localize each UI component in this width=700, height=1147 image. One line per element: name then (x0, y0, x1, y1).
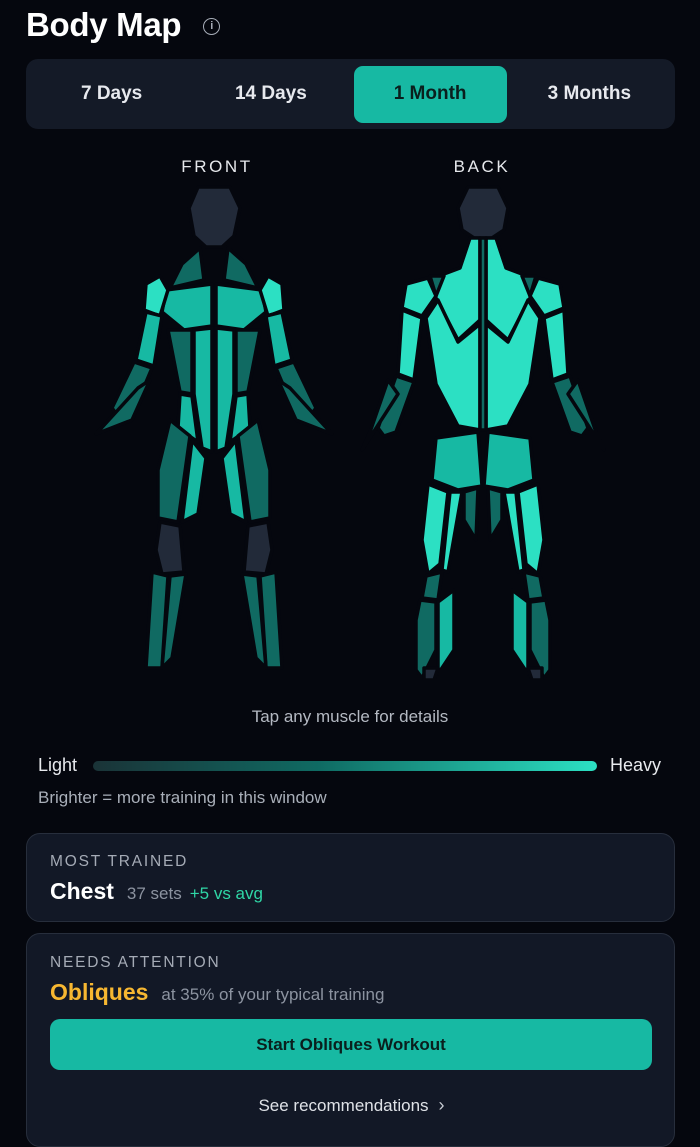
front-knee-left (154, 520, 186, 576)
back-hamstring-inner-right[interactable] (486, 486, 504, 542)
see-recommendations-link[interactable]: See recommendations › (27, 1095, 676, 1116)
range-selector: 7 Days 14 Days 1 Month 3 Months (26, 59, 675, 129)
most-trained-eyebrow: MOST TRAINED (50, 853, 189, 870)
tab-7-days[interactable]: 7 Days (35, 66, 188, 123)
back-glute-left[interactable] (430, 430, 484, 492)
front-trap-right[interactable] (222, 246, 260, 290)
tap-hint: Tap any muscle for details (251, 707, 449, 726)
back-glute-right[interactable] (482, 430, 536, 492)
back-knee-left (420, 570, 444, 602)
info-icon[interactable]: i (203, 17, 221, 35)
most-trained-muscle: Chest (50, 878, 114, 904)
legend-heavy-label: Heavy (609, 755, 661, 775)
back-heel-left (422, 666, 440, 680)
back-tricep-left[interactable] (396, 308, 424, 382)
legend-light-label: Light (38, 755, 78, 775)
start-workout-button[interactable]: Start Obliques Workout (50, 1019, 652, 1070)
back-calf-inner-right[interactable] (510, 588, 530, 676)
chevron-right-icon: › (438, 1095, 445, 1115)
front-bicep-left[interactable] (134, 310, 164, 368)
see-recommendations-label: See recommendations (258, 1096, 429, 1115)
needs-attention-eyebrow: NEEDS ATTENTION (50, 954, 221, 971)
tab-1-month[interactable]: 1 Month (353, 65, 507, 123)
tab-3-months[interactable]: 3 Months (513, 66, 666, 123)
back-knee-right (522, 570, 546, 602)
front-oblique-left[interactable] (166, 328, 194, 396)
back-label: BACK (453, 157, 511, 176)
back-calf-inner-left[interactable] (436, 588, 456, 676)
tab-14-days[interactable]: 14 Days (194, 66, 347, 123)
front-body-figure (94, 185, 334, 670)
back-spine (478, 236, 488, 432)
back-heel-right (526, 666, 544, 680)
legend-gradient-bar (93, 761, 597, 771)
front-trap-left[interactable] (168, 246, 206, 290)
back-hamstring-inner-left[interactable] (462, 486, 480, 542)
needs-attention-summary: Obliques at 35% of your typical training (50, 979, 384, 1006)
front-bicep-right[interactable] (264, 310, 294, 368)
back-tricep-right[interactable] (542, 308, 570, 382)
page-title: Body Map (26, 6, 182, 43)
needs-attention-card: NEEDS ATTENTION Obliques at 35% of your … (26, 933, 675, 1147)
most-trained-delta: +5 vs avg (189, 884, 263, 903)
header: Body Map i (26, 4, 221, 46)
most-trained-card[interactable]: MOST TRAINED Chest 37 sets +5 vs avg (26, 833, 675, 922)
needs-attention-muscle: Obliques (50, 979, 149, 1005)
most-trained-sets: 37 sets (126, 884, 182, 903)
needs-attention-detail: at 35% of your typical training (161, 985, 385, 1004)
back-body-figure (360, 185, 606, 680)
most-trained-summary: Chest 37 sets +5 vs avg (50, 878, 263, 905)
back-head (456, 185, 510, 240)
front-label: FRONT (181, 157, 253, 176)
legend-note: Brighter = more training in this window (38, 788, 327, 807)
front-oblique-right[interactable] (234, 328, 262, 396)
front-head (187, 185, 242, 249)
front-knee-right (242, 520, 274, 576)
